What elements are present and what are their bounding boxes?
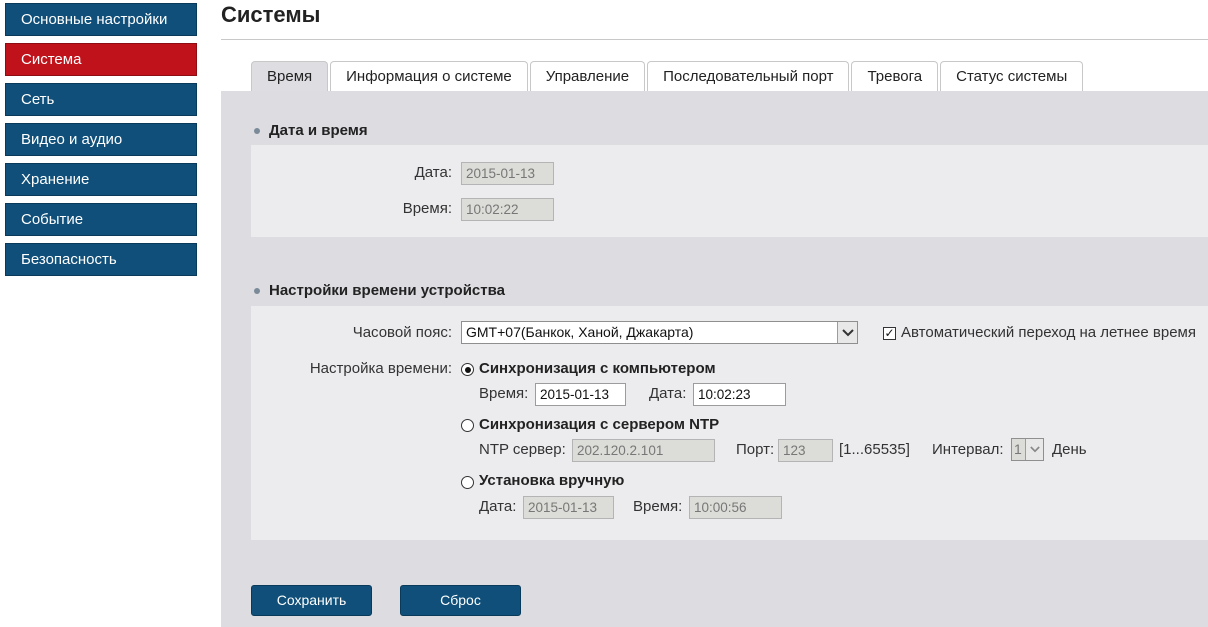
sync-pc-time-label: Время:	[479, 385, 529, 402]
title-divider	[221, 39, 1208, 40]
chevron-down-icon[interactable]	[837, 322, 857, 343]
datetime-section-heading: Дата и время	[254, 122, 368, 139]
tab-system-info[interactable]: Информация о системе	[330, 61, 528, 91]
sidebar-item-system[interactable]: Система	[5, 43, 197, 76]
current-date-label: Дата:	[414, 164, 452, 181]
tab-system-status[interactable]: Статус системы	[940, 61, 1084, 91]
bullet-icon	[254, 287, 260, 294]
sync-pc-date-label: Дата:	[649, 385, 687, 402]
sidebar-item-basic-settings[interactable]: Основные настройки	[5, 3, 197, 36]
manual-date-field[interactable]: 2015-01-13	[523, 496, 614, 519]
device-time-section-heading: Настройки времени устройства	[254, 282, 505, 299]
dst-checkbox[interactable]: ✓	[883, 327, 896, 340]
dst-label: Автоматический переход на летнее время	[901, 324, 1196, 341]
sync-pc-time-field[interactable]: 2015-01-13	[535, 383, 626, 406]
timezone-select-value: GMT+07(Банкок, Ханой, Джакарта)	[466, 324, 694, 340]
page-title: Системы	[221, 2, 321, 27]
current-time-label: Время:	[402, 200, 452, 217]
reset-button[interactable]: Сброс	[400, 585, 521, 616]
content-area: Дата и время Дата: 2015-01-13 Время: 10:…	[221, 91, 1208, 627]
sync-pc-title: Синхронизация с компьютером	[479, 360, 716, 377]
timezone-select[interactable]: GMT+07(Банкок, Ханой, Джакарта)	[461, 321, 858, 344]
ntp-port-range: [1...65535]	[839, 441, 910, 458]
current-date-field: 2015-01-13	[461, 162, 554, 185]
chevron-down-icon[interactable]	[1025, 439, 1043, 460]
manual-radio[interactable]	[461, 476, 474, 489]
manual-title: Установка вручную	[479, 472, 625, 489]
ntp-port-field[interactable]: 123	[778, 439, 833, 462]
tab-alarm[interactable]: Тревога	[851, 61, 939, 91]
timezone-label: Часовой пояс:	[352, 324, 452, 341]
tab-bar: Время Информация о системе Управление По…	[251, 61, 1085, 91]
tab-serial-port[interactable]: Последовательный порт	[647, 61, 850, 91]
datetime-panel: Дата: 2015-01-13 Время: 10:02:22	[251, 145, 1208, 237]
sidebar-item-security[interactable]: Безопасность	[5, 243, 197, 276]
sidebar: Основные настройки Система Сеть Видео и …	[5, 3, 197, 283]
ntp-interval-value: 1	[1014, 441, 1022, 457]
sync-ntp-title: Синхронизация с сервером NTP	[479, 416, 720, 433]
manual-time-field[interactable]: 10:00:56	[689, 496, 782, 519]
sidebar-item-storage[interactable]: Хранение	[5, 163, 197, 196]
ntp-interval-select[interactable]: 1	[1011, 438, 1044, 461]
ntp-server-label: NTP сервер:	[479, 441, 566, 458]
sync-pc-date-field[interactable]: 10:02:23	[693, 383, 786, 406]
device-time-heading-text: Настройки времени устройства	[269, 282, 505, 299]
ntp-interval-unit: День	[1052, 441, 1087, 458]
device-time-panel: Часовой пояс: GMT+07(Банкок, Ханой, Джак…	[251, 306, 1208, 540]
save-button[interactable]: Сохранить	[251, 585, 372, 616]
manual-date-label: Дата:	[479, 498, 517, 515]
tab-management[interactable]: Управление	[529, 61, 646, 91]
sidebar-item-video-audio[interactable]: Видео и аудио	[5, 123, 197, 156]
bullet-icon	[254, 127, 260, 134]
current-time-field: 10:02:22	[461, 198, 554, 221]
time-setting-label: Настройка времени:	[309, 360, 452, 377]
sync-pc-radio[interactable]	[461, 363, 474, 376]
sync-ntp-radio[interactable]	[461, 419, 474, 432]
ntp-server-field[interactable]: 202.120.2.101	[572, 439, 715, 462]
sidebar-item-event[interactable]: Событие	[5, 203, 197, 236]
manual-time-label: Время:	[633, 498, 683, 515]
sidebar-item-network[interactable]: Сеть	[5, 83, 197, 116]
tab-time[interactable]: Время	[251, 61, 329, 91]
ntp-interval-label: Интервал:	[932, 441, 1004, 458]
datetime-heading-text: Дата и время	[269, 122, 368, 139]
ntp-port-label: Порт:	[736, 441, 775, 458]
